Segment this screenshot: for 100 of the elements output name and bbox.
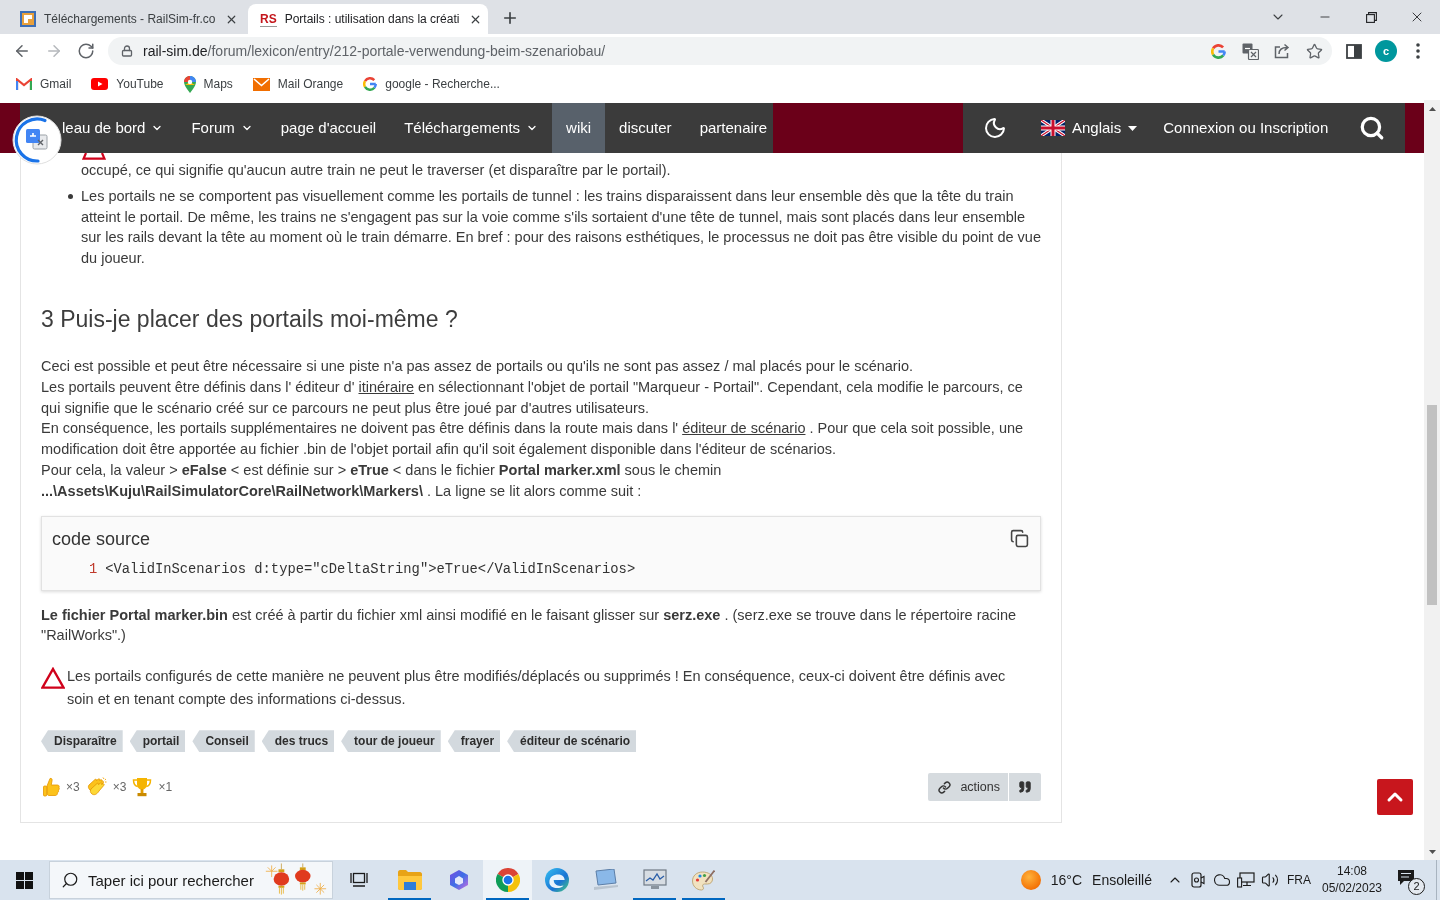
site-favicon-icon: [20, 11, 36, 27]
network-icon: [1237, 872, 1255, 888]
link[interactable]: éditeur de scénario: [682, 420, 806, 437]
link[interactable]: itinéraire: [358, 378, 415, 395]
nav-menu-item[interactable]: discuter: [605, 103, 686, 153]
triangle-up-icon: [1428, 106, 1436, 111]
tag-link[interactable]: des trucs: [261, 730, 335, 753]
nav-menu-item[interactable]: Forum: [177, 103, 267, 153]
section-heading: 3 Puis-je placer des portails moi-même ?: [41, 305, 459, 334]
scrollbar-thumb[interactable]: [1427, 405, 1437, 605]
map-pin-icon: [183, 75, 196, 93]
bookmark-link[interactable]: Mail Orange: [250, 71, 346, 97]
nav-menu-item[interactable]: partenaire: [685, 103, 782, 153]
copy-button[interactable]: [1008, 527, 1030, 550]
notifications-button[interactable]: 2: [1388, 860, 1428, 900]
running-indicator: [633, 898, 676, 900]
bookmark-link[interactable]: Gmail: [14, 71, 74, 97]
profile-avatar[interactable]: c: [1375, 40, 1397, 62]
tag-link[interactable]: Disparaître: [41, 730, 123, 753]
weather-condition-text[interactable]: Ensoleillé: [1092, 869, 1152, 891]
notification-count: 2: [1408, 878, 1425, 895]
paragraph: Le fichier Portal marker.bin est créé à partir du fichier xml ainsi modifié en le faisant glisser sur serz.exe . (serz.exe se trouve dans le répertoire racine "RailWorks".): [41, 605, 1018, 646]
running-indicator: [486, 898, 529, 900]
play-icon: [91, 78, 109, 90]
task-view-icon: [350, 872, 368, 888]
clock-date[interactable]: 05/02/2023: [1321, 880, 1383, 897]
side-panel-icon: [1346, 43, 1362, 59]
link-icon: [938, 780, 952, 794]
temperature-text[interactable]: 16°C: [1050, 869, 1083, 891]
code-line: <ValidInScenarios d:type="cDeltaString">eTrue</ValidInScenarios>: [105, 560, 636, 579]
paragraph: Les portails peuvent être définis dans l' éditeur d' itinéraire en sélectionnant l'objet de portail "Marqueur - Portail". Cependant, cela modifie le parcours, ce qui signifie que le scénario créé sur ce parcours ne peut plus être joué par d'autres utilisateurs.: [41, 377, 1024, 418]
login-link[interactable]: Connexion ou Inscription: [1152, 103, 1340, 153]
site-favicon: RS: [260, 11, 277, 27]
moon-icon: [982, 116, 1007, 140]
folder-icon: [397, 870, 422, 890]
envelope-icon: [252, 77, 270, 91]
caret-down-icon: [1128, 125, 1138, 131]
restore-icon: [1365, 11, 1377, 23]
nav-menu-item[interactable]: leau de bord: [62, 103, 178, 153]
envelope-m-icon: [16, 78, 32, 90]
nav-menu-item[interactable]: wiki: [552, 103, 606, 153]
plus-icon: [501, 9, 519, 27]
nav-menu-item[interactable]: page d'accueil: [266, 103, 391, 153]
search-field[interactable]: Taper ici pour rechercher: [49, 861, 333, 899]
trophy-icon: [132, 777, 153, 798]
warning-icon: [82, 153, 106, 160]
reload-icon: [77, 42, 95, 60]
code-block-title: code source: [52, 527, 151, 551]
search-icon: [61, 871, 79, 889]
tag-link[interactable]: portail: [129, 730, 186, 753]
input-language[interactable]: FRA: [1282, 871, 1316, 889]
volume-icon: [1261, 871, 1279, 889]
google-g-icon: [1210, 43, 1226, 59]
nav-menu-item[interactable]: Téléchargements: [390, 103, 553, 153]
tag-link[interactable]: frayer: [447, 730, 501, 753]
paragraph: Pour cela, la valeur > eFalse < est définie sur > eTrue < dans le fichier Portal marker.xml sous le chemin ...\Assets\Kuju\RailSimulatorCore\RailNetwork\Markers\ . La ligne se lit alors comme suit :: [41, 460, 723, 501]
tag-link[interactable]: tour de joueur: [341, 730, 441, 753]
scroll-to-top-button[interactable]: [1377, 779, 1413, 815]
paragraph: Ceci est possible et peut être nécessaire si une piste n'a pas assez de portails ou qu'ils ne sont pas assez / mal placés pour le scénario.: [41, 357, 914, 376]
tag-link[interactable]: éditeur de scénario: [507, 730, 637, 753]
quote-icon: [1018, 780, 1032, 795]
search-icon: [1359, 115, 1386, 141]
share-icon: [1273, 43, 1291, 59]
bookmark-link[interactable]: google - Recherche...: [361, 71, 502, 97]
menu-icon: [1416, 43, 1420, 59]
translate-icon: [1241, 42, 1259, 60]
running-indicator: [388, 898, 431, 900]
browser-tab[interactable]: Téléchargements - RailSim-fr.co: [8, 4, 248, 34]
actions-button[interactable]: actions: [928, 773, 1008, 802]
monitor-graph-icon: [642, 869, 667, 891]
warning-icon: [41, 667, 65, 690]
language-selector[interactable]: Anglais: [1026, 103, 1153, 153]
line-number: 1: [89, 560, 98, 579]
quote-button[interactable]: [1009, 773, 1041, 802]
laptop-icon: [592, 869, 619, 891]
warning-text: Les portails configurés de cette manière ne peuvent plus être modifiés/déplacés ou supprimés ! En conséquence, ceux-ci doivent être définis avec soin et en tenant compte des informations ci-dessus.: [67, 667, 1007, 710]
list-item-text: occupé, ce qui signifie qu'aucun autre train ne peut le traverser (et disparaître par le portail).: [80, 161, 672, 180]
camera-icon: [1191, 872, 1205, 888]
paragraph: En conséquence, les portails supplémentaires ne doivent pas être définis dans la route mais dans l' éditeur de scénario . Pour que cela soit possible, une modification doit être apportée au fichier .bin de l'objet portail afin qu'il soit également disponible dans l'éditeur de scénarios.: [41, 419, 1025, 460]
hexagon-app-icon: [447, 869, 470, 891]
address-bar[interactable]: rail-sim.de/forum/lexicon/entry/212-portale-verwendung-beim-szenariobau/: [108, 37, 1332, 65]
cloud-icon: [1213, 871, 1231, 889]
forward-arrow-icon: [45, 42, 63, 60]
clapping-hands-icon: [85, 777, 107, 798]
bookmark-link[interactable]: YouTube: [89, 71, 166, 97]
thumbs-up-icon: [43, 777, 60, 798]
reaction-count: ×3: [112, 778, 127, 796]
running-indicator: [682, 898, 725, 900]
flag-icon: [1041, 120, 1065, 136]
taskbar-app-button[interactable]: [483, 860, 532, 900]
tag-link[interactable]: Conseil: [192, 730, 255, 753]
bookmark-link[interactable]: Maps: [181, 71, 235, 97]
star-icon: [1305, 42, 1323, 60]
paint-palette-icon: [692, 869, 715, 891]
sun-icon: [1020, 870, 1041, 890]
bullet-icon: [68, 193, 73, 199]
browser-tab[interactable]: RS Portails : utilisation dans la créati: [248, 4, 488, 34]
windows-logo-icon: [15, 871, 33, 889]
list-item-text: Les portails ne se comportent pas visuellement comme les portails de tunnel : les trains disparaissent dans leur ensemble dès que la tête du train atteint le portail. De même, les trains ne s'engagent pas sur la voie comme s'ils sortaient d'une tête de tunnel, mais sont placés dans leur ensemble sur les rails devant la tête au moment où le train démarre. En bref : pour des raisons esthétiques, le processus ne doit pas être visible du point de vue du joueur.: [81, 186, 1041, 269]
clock-time[interactable]: 14:08: [1337, 863, 1367, 880]
